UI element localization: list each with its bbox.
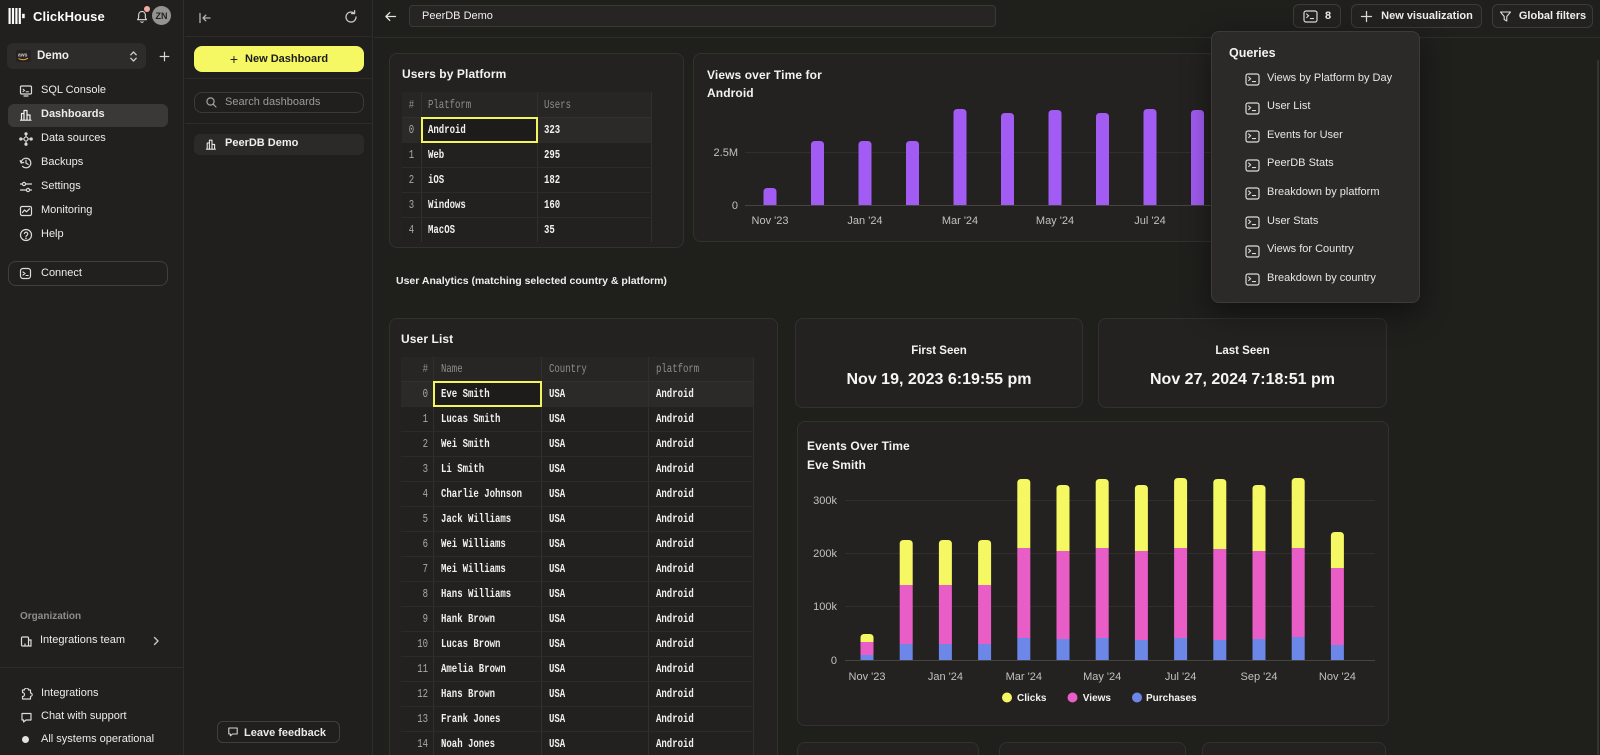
svg-text:2.5M: 2.5M: [714, 147, 738, 159]
svg-text:Sep '24: Sep '24: [1241, 671, 1278, 683]
svg-text:Nov '23: Nov '23: [849, 671, 886, 683]
svg-text:200k: 200k: [813, 548, 837, 560]
svg-text:Clicks: Clicks: [1017, 693, 1047, 704]
svg-text:May '24: May '24: [1036, 215, 1074, 227]
svg-text:Jan '24: Jan '24: [928, 671, 963, 683]
svg-text:Jul '24: Jul '24: [1134, 215, 1165, 227]
svg-text:Mar '24: Mar '24: [942, 215, 978, 227]
svg-text:100k: 100k: [813, 601, 837, 613]
svg-text:Nov '24: Nov '24: [1319, 671, 1356, 683]
svg-text:Nov '23: Nov '23: [752, 215, 789, 227]
svg-text:0: 0: [831, 655, 837, 667]
svg-text:Purchases: Purchases: [1146, 693, 1197, 704]
svg-text:Jan '24: Jan '24: [847, 215, 882, 227]
svg-text:May '24: May '24: [1083, 671, 1121, 683]
svg-text:Jul '24: Jul '24: [1165, 671, 1196, 683]
svg-text:aws: aws: [18, 53, 28, 59]
svg-text:300k: 300k: [813, 495, 837, 507]
svg-text:Mar '24: Mar '24: [1006, 671, 1042, 683]
svg-text:Views: Views: [1083, 693, 1112, 704]
svg-text:0: 0: [732, 200, 738, 212]
